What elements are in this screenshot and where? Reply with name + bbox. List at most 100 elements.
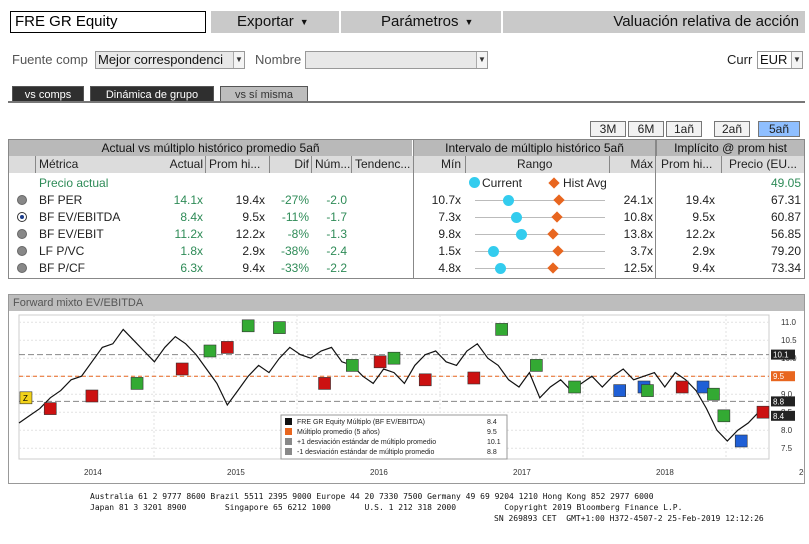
metric-name[interactable]: BF P/CF: [39, 260, 85, 276]
legend-swatch: [285, 438, 292, 445]
col-range[interactable]: Rango: [517, 156, 552, 173]
event-marker: [241, 319, 255, 333]
y-tick-label: 10.5: [781, 336, 797, 345]
actual-value: 1.8x: [180, 244, 203, 258]
prom-value: 9.4x: [242, 261, 265, 275]
source-label: Fuente comp: [12, 52, 88, 67]
col-sep: [269, 156, 270, 173]
metric-name[interactable]: BF PER: [39, 192, 82, 208]
params-menu[interactable]: Parámetros ▼: [341, 11, 501, 33]
col-min[interactable]: Mín: [413, 156, 461, 173]
legend-label: FRE GR Equity Múltiplo (BF EV/EBITDA): [297, 419, 425, 426]
event-marker: [495, 323, 508, 336]
name-select[interactable]: ▼: [305, 51, 488, 69]
metric-name[interactable]: LF P/VC: [39, 243, 84, 259]
col-prom[interactable]: Prom hi...: [209, 156, 260, 173]
dropdown-arrow-icon: ▼: [233, 52, 244, 68]
num-value: -2.2: [326, 261, 347, 275]
num-value: -2.4: [326, 244, 347, 258]
x-tick-label: 2018: [656, 468, 674, 477]
ticker-field[interactable]: FRE GR Equity: [10, 11, 206, 33]
group-header-actual: Actual vs múltiplo histórico promedio 5a…: [9, 140, 412, 156]
x-tick-label: 2014: [84, 468, 102, 477]
current-marker: [515, 229, 527, 240]
current-legend-icon: [469, 177, 480, 188]
col-sep: [35, 156, 36, 173]
metric-name[interactable]: BF EV/EBIT: [39, 226, 104, 242]
period-label: 6M: [637, 122, 655, 136]
name-label: Nombre: [255, 52, 302, 67]
implied-price: 73.34: [770, 261, 801, 275]
event-marker: [373, 355, 387, 369]
legend-value: 9.5: [487, 429, 497, 436]
min-value: 10.7x: [431, 193, 461, 207]
legend-hist: Hist Avg: [563, 176, 607, 190]
metric-radio[interactable]: [17, 246, 27, 256]
metric-radio[interactable]: [17, 195, 27, 205]
period-label: 2añ: [721, 122, 743, 136]
dropdown-arrow-icon: ▼: [476, 52, 487, 68]
range-track: [475, 234, 605, 235]
legend-value: 8.4: [487, 419, 497, 426]
max-value: 3.7x: [630, 244, 653, 258]
metric-radio[interactable]: [17, 212, 27, 222]
current-price-label: Precio actual: [39, 176, 109, 190]
event-marker: [273, 321, 286, 334]
tab-vs-comps[interactable]: vs comps: [12, 86, 84, 102]
period-1y-button[interactable]: 1añ: [666, 121, 702, 137]
max-value: 13.8x: [623, 227, 653, 241]
metric-name[interactable]: BF EV/EBITDA: [39, 209, 120, 225]
dif-value: -33%: [280, 261, 309, 275]
min-value: 4.8x: [438, 261, 461, 275]
min-value: 7.3x: [438, 210, 461, 224]
col-dif[interactable]: Dif: [273, 156, 309, 173]
curr-label: Curr: [727, 52, 753, 67]
col-num[interactable]: Núm...: [315, 156, 350, 173]
period-6m-button[interactable]: 6M: [628, 121, 664, 137]
source-select[interactable]: Mejor correspondenci ▼: [95, 51, 245, 69]
metric-radio[interactable]: [17, 229, 27, 239]
hist-avg-marker: [552, 245, 564, 257]
min-value: 1.5x: [438, 244, 461, 258]
footer-line-1: Australia 61 2 9777 8600 Brazil 5511 239…: [90, 492, 654, 501]
prom-value: 12.2x: [235, 227, 265, 241]
right-value-label: 8.4: [773, 412, 785, 421]
col-actual[interactable]: Actual: [161, 156, 203, 173]
legend-value: 8.8: [487, 449, 497, 456]
group-header-implied: Implícito @ prom hist: [656, 140, 804, 156]
x-tick-label: 2015: [227, 468, 245, 477]
period-2y-button[interactable]: 2añ: [714, 121, 750, 137]
current-marker: [495, 263, 507, 274]
implied-price: 79.20: [770, 244, 801, 258]
period-5y-button[interactable]: 5añ: [758, 121, 800, 137]
col-sep: [721, 156, 722, 173]
metric-radio[interactable]: [17, 263, 27, 273]
col-metric[interactable]: Métrica: [39, 156, 78, 173]
imp-prom-value: 12.2x: [685, 227, 715, 241]
event-marker: [203, 344, 217, 358]
right-value-label: 10.1: [773, 351, 789, 360]
hist-avg-marker: [546, 262, 559, 274]
event-marker: [85, 389, 99, 403]
event-marker: [756, 405, 770, 419]
currency-select[interactable]: EUR ▼: [757, 51, 803, 69]
implied-price: 67.31: [770, 193, 801, 207]
y-tick-label: 11.0: [781, 318, 797, 327]
event-marker: [717, 409, 731, 423]
col-imp-prom[interactable]: Prom hi...: [661, 156, 712, 173]
event-marker: [346, 359, 359, 372]
col-max[interactable]: Máx: [609, 156, 653, 173]
x-tick-label: 2017: [513, 468, 531, 477]
col-trend[interactable]: Tendenc...: [355, 156, 410, 173]
period-3m-button[interactable]: 3M: [590, 121, 626, 137]
group-header-text: Implícito @ prom hist: [674, 141, 787, 155]
tab-vs-self[interactable]: vs sí misma: [220, 86, 308, 102]
export-menu[interactable]: Exportar ▼: [211, 11, 339, 33]
footer-line-2: Japan 81 3 3201 8900 Singapore 65 6212 1…: [90, 503, 683, 512]
export-label: Exportar: [237, 13, 294, 30]
event-marker: [418, 373, 432, 387]
event-marker: [175, 362, 189, 376]
period-label: 3M: [599, 122, 617, 136]
col-price[interactable]: Precio (EU...: [729, 156, 797, 173]
tab-group-dynamics[interactable]: Dinámica de grupo: [90, 86, 214, 102]
